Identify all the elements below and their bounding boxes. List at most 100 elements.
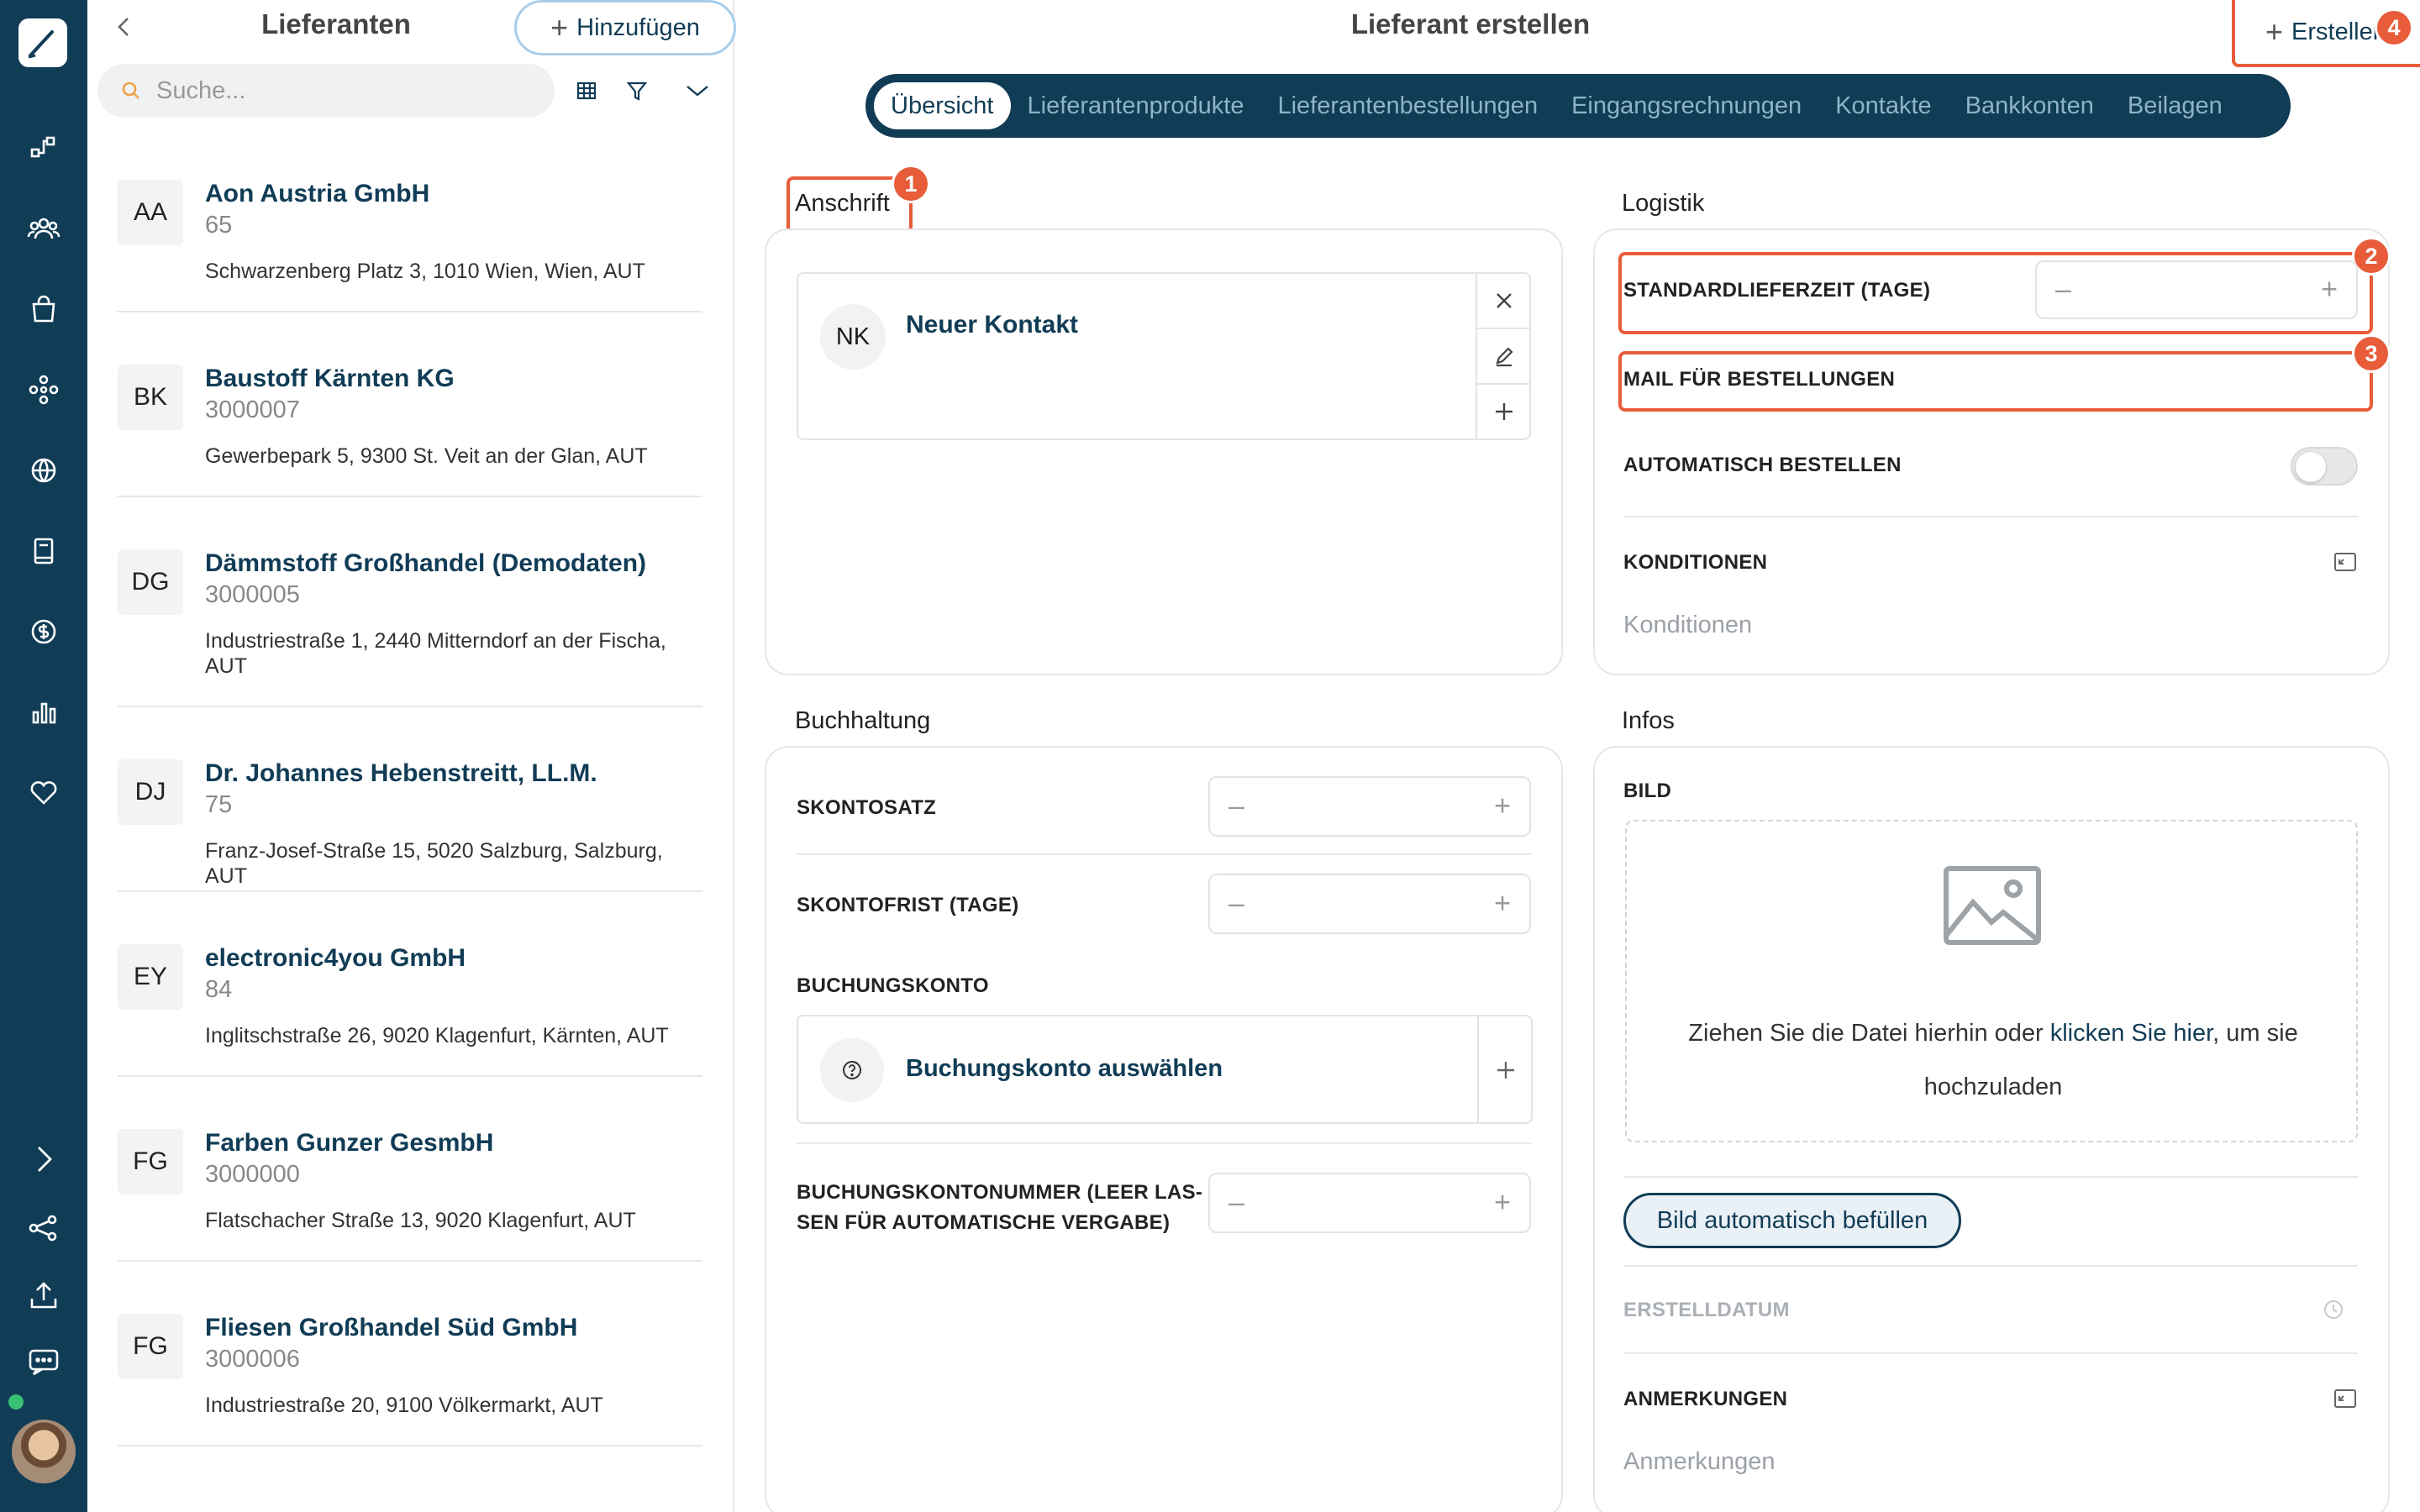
nav-workflow-icon[interactable] xyxy=(25,129,62,166)
nav-users-icon[interactable] xyxy=(25,210,62,247)
tab-lieferantenprodukte[interactable]: Lieferantenprodukte xyxy=(1011,82,1261,129)
add-supplier-button[interactable]: + Hinzufügen xyxy=(514,0,736,55)
minus-icon[interactable]: – xyxy=(1228,1187,1244,1220)
plus-icon[interactable]: + xyxy=(2321,274,2338,307)
skontofrist-stepper[interactable]: – + xyxy=(1208,874,1531,934)
nav-book-icon[interactable] xyxy=(25,533,62,570)
upload-icon[interactable] xyxy=(25,1277,62,1314)
supplier-name: electronic4you GmbH xyxy=(205,944,466,972)
anmerkungen-input[interactable]: Anmerkungen xyxy=(1623,1448,1776,1476)
contact-name: Neuer Kontakt xyxy=(906,311,1079,339)
minus-icon[interactable]: – xyxy=(1228,790,1244,823)
tab-bankkonten[interactable]: Bankkonten xyxy=(1949,82,2111,129)
supplier-avatar: DG xyxy=(118,549,183,615)
divider xyxy=(1623,1265,2358,1267)
skontosatz-label: SKONTOSATZ xyxy=(797,796,937,819)
supplier-address: Gewerbepark 5, 9300 St. Veit an der Glan… xyxy=(205,444,648,468)
image-dropzone[interactable]: Ziehen Sie die Datei hierhin oder klicke… xyxy=(1625,820,2358,1142)
supplier-number: 3000000 xyxy=(205,1161,300,1188)
divider xyxy=(1623,1352,2358,1354)
action-sep xyxy=(1477,328,1531,329)
chat-icon[interactable] xyxy=(25,1344,62,1381)
contact-actions-divider xyxy=(1476,274,1477,440)
expand-textarea-icon[interactable] xyxy=(2333,1388,2358,1410)
buchhaltung-card xyxy=(765,746,1563,1512)
nav-modules-icon[interactable] xyxy=(25,371,62,408)
nav-dollar-icon[interactable] xyxy=(25,613,62,650)
filter-icon[interactable] xyxy=(618,72,655,109)
search-input[interactable] xyxy=(156,76,526,105)
auto-fill-image-button[interactable]: Bild automatisch befüllen xyxy=(1623,1193,1961,1248)
supplier-name: Aon Austria GmbH xyxy=(205,180,430,207)
konditionen-input[interactable]: Konditionen xyxy=(1623,612,1752,639)
table-view-icon[interactable] xyxy=(568,72,605,109)
supplier-list-item[interactable]: FG Fliesen Großhandel Süd GmbH 3000006 I… xyxy=(118,1262,702,1446)
auto-order-toggle[interactable] xyxy=(2291,447,2358,486)
minus-icon[interactable]: – xyxy=(2055,274,2071,307)
expand-chevron-icon[interactable] xyxy=(25,1141,62,1178)
close-icon[interactable] xyxy=(1489,286,1519,316)
share-icon[interactable] xyxy=(25,1210,62,1247)
supplier-name: Dr. Johannes Hebenstreitt, LL.M. xyxy=(205,759,597,787)
divider xyxy=(1623,1176,2358,1178)
auto-order-label: AUTOMATISCH BESTELLEN xyxy=(1623,454,1902,476)
buchungskontonummer-label: BUCHUNGSKONTONUMMER (LEER LAS- SEN FÜR AU… xyxy=(797,1178,1202,1238)
lieferzeit-stepper[interactable]: – + xyxy=(2035,260,2358,319)
tab-lieferantenbestellungen[interactable]: Lieferantenbestellungen xyxy=(1260,82,1555,129)
skontosatz-stepper[interactable]: – + xyxy=(1208,776,1531,837)
expand-textarea-icon[interactable] xyxy=(2333,551,2358,573)
mail-label[interactable]: MAIL FÜR BESTELLUNGEN xyxy=(1623,368,1895,391)
plus-icon[interactable]: + xyxy=(1494,790,1511,823)
tab-kontakte[interactable]: Kontakte xyxy=(1818,82,1948,129)
add-plus-icon[interactable] xyxy=(1491,1055,1521,1085)
supplier-address: Inglitschstraße 26, 9020 Klagenfurt, Kär… xyxy=(205,1024,669,1047)
nav-heart-icon[interactable] xyxy=(25,774,62,811)
upload-link[interactable]: klicken Sie hier xyxy=(2050,1020,2212,1047)
nav-chart-icon[interactable] xyxy=(25,694,62,731)
supplier-address: Industriestraße 1, 2440 Mitterndorf an d… xyxy=(205,629,666,678)
select-divider xyxy=(1477,1016,1479,1124)
tab-übersicht[interactable]: Übersicht xyxy=(874,82,1011,129)
supplier-avatar: EY xyxy=(118,944,183,1010)
supplier-list-item[interactable]: DG Dämmstoff Großhandel (Demodaten) 3000… xyxy=(118,497,702,707)
supplier-name: Farben Gunzer GesmbH xyxy=(205,1129,494,1157)
chevron-down-icon[interactable] xyxy=(679,72,716,109)
contact-card[interactable]: NK Neuer Kontakt xyxy=(797,272,1531,440)
user-avatar[interactable] xyxy=(12,1420,76,1483)
supplier-list-item[interactable]: FG Farben Gunzer GesmbH 3000000 Flatscha… xyxy=(118,1077,702,1262)
app-logo[interactable] xyxy=(18,18,67,67)
add-label: Hinzufügen xyxy=(576,13,700,41)
dropzone-text-pre: Ziehen Sie die Datei hierhin oder xyxy=(1688,1020,2050,1047)
nav-bag-icon[interactable] xyxy=(25,291,62,328)
search-box[interactable] xyxy=(97,64,555,118)
supplier-list-item[interactable]: BK Baustoff Kärnten KG 3000007 Gewerbepa… xyxy=(118,312,702,497)
plus-icon: + xyxy=(550,10,569,45)
buchungskonto-select[interactable]: Buchungskonto auswählen xyxy=(797,1015,1533,1124)
tab-bar: Übersicht Lieferantenprodukte Lieferantenb… xyxy=(865,74,2291,138)
nav-globe-icon[interactable] xyxy=(25,452,62,489)
app-sidebar xyxy=(0,0,87,1512)
dropzone-text-line2: hochzuladen xyxy=(1923,1074,2063,1100)
minus-icon[interactable]: – xyxy=(1228,888,1244,921)
tab-beilagen[interactable]: Beilagen xyxy=(2111,82,2239,129)
supplier-list-item[interactable]: DJ Dr. Johannes Hebenstreitt, LL.M. 75 F… xyxy=(118,707,702,892)
supplier-list-item[interactable]: AA Aon Austria GmbH 65 Schwarzenberg Pla… xyxy=(118,128,702,312)
add-plus-icon[interactable] xyxy=(1489,396,1519,427)
search-icon xyxy=(122,81,139,99)
clock-icon[interactable] xyxy=(2321,1297,2346,1322)
plus-icon[interactable]: + xyxy=(1494,1187,1511,1220)
konditionen-label: KONDITIONEN xyxy=(1623,551,1768,574)
supplier-list-item[interactable]: EY electronic4you GmbH 84 Inglitschstraß… xyxy=(118,892,702,1077)
section-title-buchhaltung: Buchhaltung xyxy=(795,707,931,734)
dropzone-text-line1: Ziehen Sie die Datei hierhin oder klicke… xyxy=(1627,1020,2360,1047)
buchungskonto-select-label: Buchungskonto auswählen xyxy=(906,1055,1223,1082)
back-chevron-icon[interactable] xyxy=(109,12,139,42)
edit-pencil-icon[interactable] xyxy=(1489,341,1519,371)
plus-icon[interactable]: + xyxy=(1494,888,1511,921)
pen-logo-icon xyxy=(28,30,54,59)
image-placeholder-icon xyxy=(1944,866,2041,945)
buchungskontonummer-stepper[interactable]: – + xyxy=(1208,1173,1531,1233)
tab-eingangsrechnungen[interactable]: Eingangsrechnungen xyxy=(1555,82,1818,129)
supplier-number: 3000006 xyxy=(205,1346,300,1373)
supplier-name: Dämmstoff Großhandel (Demodaten) xyxy=(205,549,647,577)
